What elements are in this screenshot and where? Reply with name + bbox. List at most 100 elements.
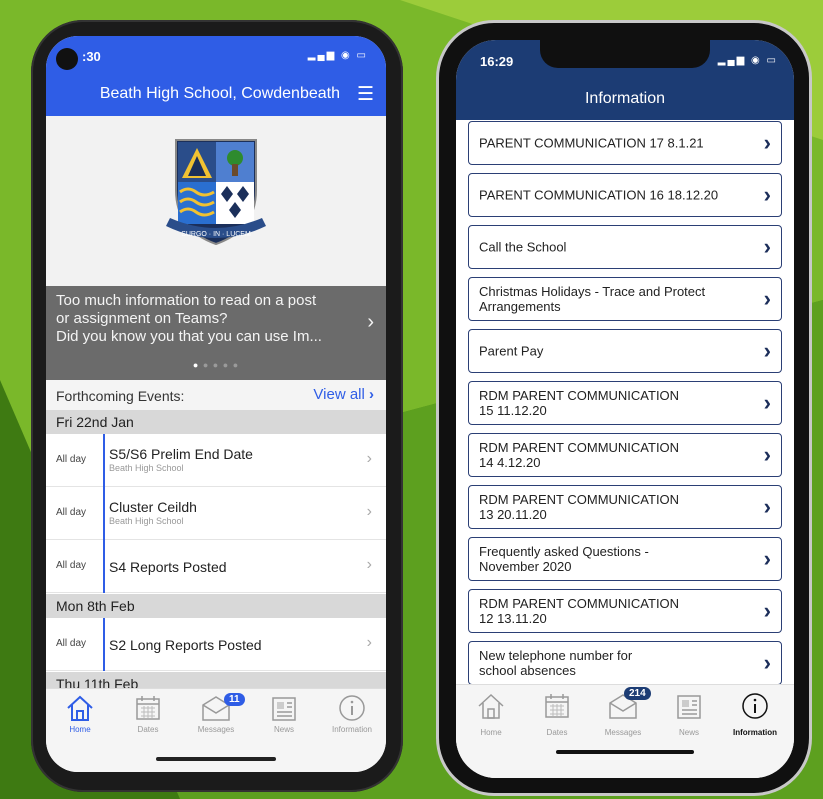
tab-label: Dates [137, 725, 159, 734]
info-item-line1: New telephone number for [479, 648, 633, 663]
view-all-link[interactable]: View all › [313, 386, 374, 403]
info-item[interactable]: Call the School › [468, 225, 782, 269]
info-item[interactable]: Christmas Holidays - Trace and Protect Ar… [468, 277, 782, 321]
status-time: :30 [82, 49, 101, 64]
info-item-text: RDM PARENT COMMUNICATION 14 4.12.20 [479, 440, 739, 470]
promo-line-1: Too much information to read on a post [56, 292, 317, 309]
chevron-right-icon: › [763, 390, 771, 415]
event-location: Beath High School [109, 516, 184, 526]
info-item[interactable]: RDM PARENT COMMUNICATION 13 20.11.20 › [468, 485, 782, 529]
calendar-icon [136, 696, 160, 720]
info-item-text: Call the School [479, 240, 739, 255]
chevron-right-icon: › [763, 130, 771, 155]
info-item-line1: Frequently asked Questions - [479, 544, 649, 559]
carousel-dots: ● ● ● ● ● [46, 360, 386, 370]
info-item[interactable]: Parent Pay › [468, 329, 782, 373]
event-time: All day [56, 454, 87, 465]
info-item-text: Parent Pay [479, 344, 739, 359]
forthcoming-label: Forthcoming Events: [56, 388, 185, 404]
tab-messages[interactable]: 11 Messages [182, 693, 250, 734]
info-item-text: Christmas Holidays - Trace and Protect Ar… [479, 284, 739, 314]
chevron-right-icon: › [369, 386, 374, 403]
list-menu-icon[interactable]: ☰ [357, 83, 374, 106]
info-item[interactable]: PARENT COMMUNICATION 17 8.1.21 › [468, 121, 782, 165]
tab-label: Messages [604, 728, 642, 737]
info-item[interactable]: Frequently asked Questions - November 202… [468, 537, 782, 581]
camera-icon [56, 48, 78, 70]
event-row[interactable]: All day S2 Long Reports Posted › [46, 618, 386, 671]
info-item[interactable]: RDM PARENT COMMUNICATION 14 4.12.20 › [468, 433, 782, 477]
info-item-line1: PARENT COMMUNICATION 17 8.1.21 [479, 135, 704, 151]
tab-information[interactable]: Information [722, 691, 788, 737]
tab-dates[interactable]: Dates [524, 691, 590, 737]
school-crest-logo: SURGO · IN · LUCEM [166, 139, 266, 246]
event-title: S2 Long Reports Posted [109, 637, 262, 653]
day-header: Mon 8th Feb [46, 594, 386, 618]
tab-bar: Home Dates 214 Messages News Information [456, 684, 794, 778]
tab-messages[interactable]: 214 Messages [590, 687, 656, 737]
tab-label: Information [331, 725, 373, 734]
tab-label: Home [480, 728, 502, 737]
chevron-right-icon: › [366, 634, 372, 651]
info-item[interactable]: RDM PARENT COMMUNICATION 12 13.11.20 › [468, 589, 782, 633]
info-item-line1: RDM PARENT COMMUNICATION [479, 388, 680, 403]
info-item-line2: November 2020 [479, 559, 572, 574]
carousel-dot[interactable]: ● [213, 360, 219, 370]
screen-right: 16:29 ▂▄▆ ◉ ▭ Information PARENT COMMUNI… [456, 40, 794, 778]
info-icon [742, 693, 768, 719]
carousel-dot[interactable]: ● [233, 360, 239, 370]
tab-dates[interactable]: Dates [114, 693, 182, 734]
chevron-right-icon: › [763, 286, 771, 311]
info-item-text: RDM PARENT COMMUNICATION 15 11.12.20 [479, 388, 739, 418]
info-item-text: Frequently asked Questions - November 202… [479, 544, 739, 574]
home-icon [67, 695, 93, 721]
info-item-line2: Arrangements [479, 299, 561, 314]
home-indicator[interactable] [556, 750, 694, 754]
newspaper-icon [272, 697, 296, 721]
info-item-line2: 14 4.12.20 [479, 455, 541, 470]
event-bar [103, 434, 105, 487]
event-title: Cluster Ceildh [109, 499, 197, 515]
info-item[interactable]: RDM PARENT COMMUNICATION 15 11.12.20 › [468, 381, 782, 425]
info-item-line1: RDM PARENT COMMUNICATION [479, 492, 680, 507]
header-bar: 16:29 ▂▄▆ ◉ ▭ Information [456, 40, 794, 120]
info-item[interactable]: New telephone number for school absences … [468, 641, 782, 685]
school-title: Beath High School, Cowdenbeath [99, 85, 340, 102]
info-item-line2: 12 13.11.20 [479, 611, 547, 626]
event-row[interactable]: All day Cluster Ceildh Beath High School… [46, 487, 386, 540]
messages-badge: 11 [224, 693, 245, 706]
home-indicator[interactable] [156, 757, 276, 761]
newspaper-icon [677, 695, 701, 719]
carousel-dot[interactable]: ● [223, 360, 229, 370]
tab-home[interactable]: Home [458, 691, 524, 737]
tab-home[interactable]: Home [46, 693, 114, 734]
carousel-dot[interactable]: ● [193, 360, 199, 370]
day-header: Fri 22nd Jan [46, 410, 386, 434]
chevron-right-icon: › [763, 650, 771, 675]
event-row[interactable]: All day S4 Reports Posted › [46, 540, 386, 593]
tab-news[interactable]: News [656, 691, 722, 737]
tab-news[interactable]: News [250, 693, 318, 734]
screen-left: :30 ▂▄▆ ◉ ▭ Beath High School, Cowdenbea… [46, 36, 386, 772]
info-item-line1: Parent Pay [479, 343, 544, 359]
event-bar [103, 540, 105, 593]
info-item[interactable]: PARENT COMMUNICATION 16 18.12.20 › [468, 173, 782, 217]
chevron-right-icon[interactable]: › [367, 312, 374, 332]
page-title: Information [584, 90, 666, 107]
crest-banner: SURGO · IN · LUCEM [46, 116, 386, 286]
messages-badge: 214 [624, 687, 651, 700]
info-item-line1: PARENT COMMUNICATION 16 18.12.20 [479, 187, 719, 203]
info-item-text: RDM PARENT COMMUNICATION 13 20.11.20 [479, 492, 739, 522]
info-item-text: PARENT COMMUNICATION 17 8.1.21 [479, 136, 739, 151]
event-title: S5/S6 Prelim End Date [109, 446, 253, 462]
forthcoming-events-header: Forthcoming Events: View all › [46, 380, 386, 410]
event-bar [103, 618, 105, 671]
event-time: All day [56, 507, 87, 518]
calendar-icon [545, 694, 569, 718]
event-row[interactable]: All day S5/S6 Prelim End Date Beath High… [46, 434, 386, 487]
info-item-text: RDM PARENT COMMUNICATION 12 13.11.20 [479, 596, 739, 626]
tab-information[interactable]: Information [318, 693, 386, 734]
status-time: 16:29 [480, 54, 514, 69]
carousel-dot[interactable]: ● [203, 360, 209, 370]
info-item-line2: 15 11.12.20 [479, 403, 547, 418]
